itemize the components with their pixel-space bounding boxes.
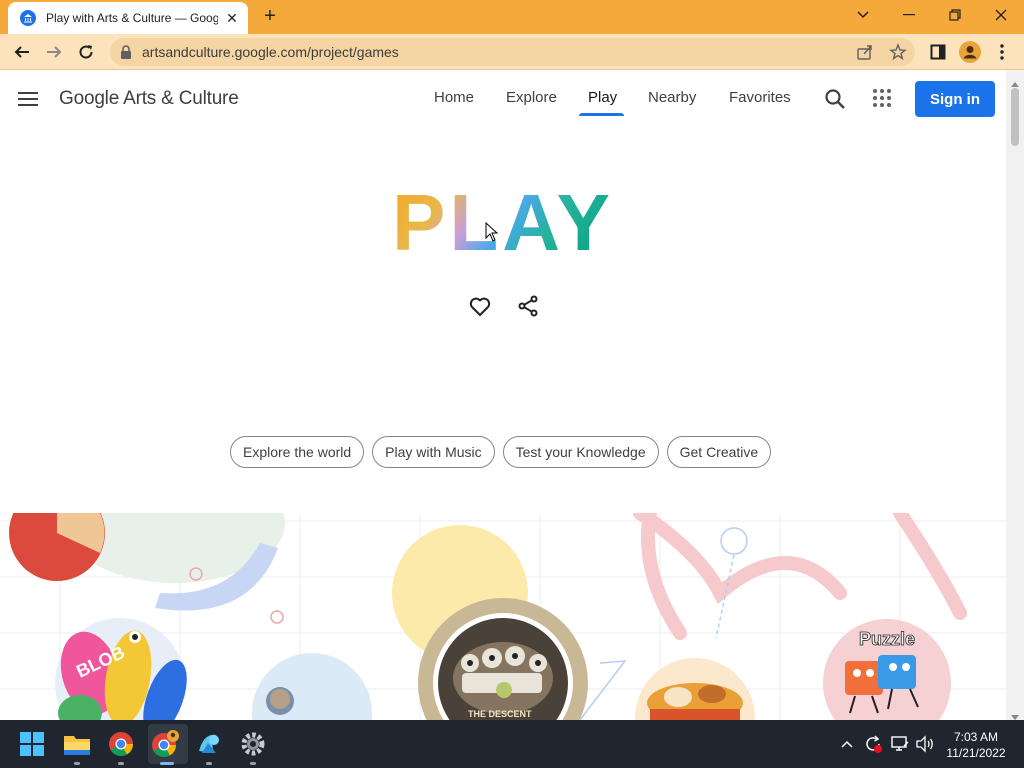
favorite-heart-icon[interactable] xyxy=(468,294,492,318)
scrollbar-thumb[interactable] xyxy=(1011,88,1019,146)
hamburger-menu-icon[interactable] xyxy=(18,92,38,106)
chrome-profile-icon[interactable] xyxy=(150,729,180,759)
system-clock[interactable]: 7:03 AM 11/21/2022 xyxy=(940,729,1012,761)
chip-explore-the-world[interactable]: Explore the world xyxy=(230,436,365,468)
globe-game-tile[interactable] xyxy=(252,653,372,720)
back-arrow-icon[interactable] xyxy=(10,40,34,64)
sync-icon[interactable] xyxy=(863,734,883,754)
puzzle-label: Puzzle xyxy=(859,629,915,649)
browser-tab[interactable]: Play with Arts & Culture — Goog ✕ xyxy=(8,2,248,34)
file-explorer-icon[interactable] xyxy=(62,729,92,759)
show-hidden-icons-chevron-icon[interactable] xyxy=(840,734,860,754)
taskbar-indicator xyxy=(74,762,80,765)
taskbar-active-indicator xyxy=(160,762,174,765)
browser-titlebar: Play with Arts & Culture — Goog ✕ + xyxy=(0,0,1024,34)
chip-get-creative[interactable]: Get Creative xyxy=(666,436,772,468)
side-panel-icon[interactable] xyxy=(926,40,950,64)
chip-play-with-music[interactable]: Play with Music xyxy=(372,436,495,468)
games-illustration: BLOB THE DESCENT Puzzle xyxy=(0,513,1006,720)
lock-icon[interactable] xyxy=(120,45,132,64)
site-logo[interactable]: Google Arts & Culture xyxy=(59,88,239,110)
active-nav-indicator xyxy=(579,113,624,116)
nav-home[interactable]: Home xyxy=(434,89,474,106)
browser-toolbar: artsandculture.google.com/project/games xyxy=(0,34,1024,70)
windows-start-icon[interactable] xyxy=(17,729,47,759)
page-scrollbar[interactable] xyxy=(1006,70,1024,720)
chip-test-your-knowledge[interactable]: Test your Knowledge xyxy=(502,436,659,468)
url-text[interactable]: artsandculture.google.com/project/games xyxy=(142,44,399,60)
nav-explore[interactable]: Explore xyxy=(506,89,557,106)
apps-grid-icon[interactable] xyxy=(872,88,894,110)
address-bar[interactable]: artsandculture.google.com/project/games xyxy=(110,38,915,66)
play-title-text: PLAY xyxy=(393,178,613,262)
page-title: PLAY xyxy=(0,178,1006,262)
tab-title: Play with Arts & Culture — Goog xyxy=(46,11,218,25)
food-game-tile[interactable] xyxy=(635,658,755,720)
arts-culture-favicon-icon xyxy=(20,10,36,26)
bookmark-star-icon[interactable] xyxy=(889,43,907,61)
clock-time: 7:03 AM xyxy=(953,730,999,744)
photos-app-icon[interactable] xyxy=(194,729,224,759)
sign-in-button[interactable]: Sign in xyxy=(915,81,995,117)
reload-icon[interactable] xyxy=(74,40,98,64)
close-window-icon[interactable] xyxy=(978,0,1024,30)
site-header: Google Arts & Culture Home Explore Play … xyxy=(0,70,1006,128)
minimize-icon[interactable] xyxy=(886,0,932,30)
taskbar-indicator xyxy=(206,762,212,765)
share-page-icon[interactable] xyxy=(856,43,874,61)
share-icon[interactable] xyxy=(516,294,540,318)
mouse-cursor-icon xyxy=(485,221,499,247)
network-icon[interactable] xyxy=(890,734,910,754)
new-tab-icon[interactable]: + xyxy=(260,6,280,28)
nav-play[interactable]: Play xyxy=(588,89,617,106)
volume-icon[interactable] xyxy=(915,734,935,754)
tab-search-chevron-icon[interactable] xyxy=(840,0,886,30)
chrome-icon[interactable] xyxy=(106,729,136,759)
the-descent-label: THE DESCENT xyxy=(468,709,532,719)
taskbar-indicator xyxy=(250,762,256,765)
windows-taskbar: 7:03 AM 11/21/2022 xyxy=(0,720,1024,768)
profile-avatar-icon[interactable] xyxy=(958,40,982,64)
search-icon[interactable] xyxy=(824,88,846,110)
clock-date: 11/21/2022 xyxy=(946,746,1006,760)
nav-favorites[interactable]: Favorites xyxy=(729,89,791,106)
category-chips: Explore the world Play with Music Test y… xyxy=(230,436,772,468)
nav-nearby[interactable]: Nearby xyxy=(648,89,696,106)
tab-close-icon[interactable]: ✕ xyxy=(224,10,240,27)
forward-arrow-icon[interactable] xyxy=(42,40,66,64)
puzzle-game-tile[interactable]: Puzzle xyxy=(823,619,951,720)
settings-gear-icon[interactable] xyxy=(238,729,268,759)
browser-menu-icon[interactable] xyxy=(990,40,1014,64)
restore-icon[interactable] xyxy=(932,0,978,30)
taskbar-indicator xyxy=(118,762,124,765)
